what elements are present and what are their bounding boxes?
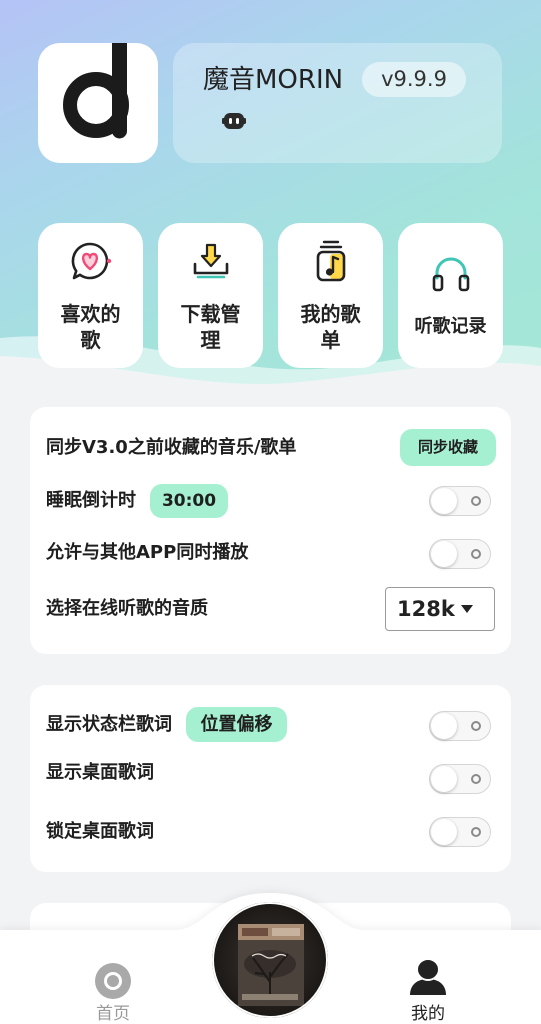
mix-play-label: 允许与其他APP同时播放 bbox=[46, 542, 249, 563]
sleep-timer-label: 睡眠倒计时 bbox=[46, 490, 136, 511]
app-logo[interactable] bbox=[38, 43, 158, 163]
quick-action-playlists[interactable]: 我的歌单 bbox=[278, 223, 383, 368]
nav-label-mine: 我的 bbox=[411, 1004, 445, 1024]
toggle-knob bbox=[431, 712, 457, 739]
sleep-timer-time-button[interactable]: 30:00 bbox=[150, 484, 228, 518]
toggle-knob bbox=[431, 487, 457, 514]
disc-icon bbox=[95, 963, 131, 999]
online-quality-label: 选择在线听歌的音质 bbox=[46, 598, 208, 619]
mix-play-toggle[interactable] bbox=[429, 539, 491, 569]
quick-action-history[interactable]: 听歌记录 bbox=[398, 223, 503, 368]
toggle-knob bbox=[431, 765, 457, 792]
user-icon bbox=[409, 958, 447, 996]
quick-action-label: 下载管理 bbox=[180, 302, 241, 352]
robot-icon[interactable] bbox=[221, 109, 247, 133]
lyrics-settings-card: 显示状态栏歌词 位置偏移 显示桌面歌词 锁定桌面歌词 bbox=[30, 685, 511, 872]
toggle-off-indicator bbox=[471, 548, 481, 559]
app-name: 魔音MORIN bbox=[203, 65, 344, 95]
toggle-knob bbox=[431, 818, 457, 845]
sync-favorites-label: 同步V3.0之前收藏的音乐/歌单 bbox=[46, 437, 297, 458]
version-badge[interactable]: v9.9.9 bbox=[362, 62, 466, 97]
sleep-timer-toggle[interactable] bbox=[429, 486, 491, 516]
nav-item-mine[interactable]: 我的 bbox=[388, 880, 468, 1024]
lock-desktop-lyrics-toggle[interactable] bbox=[429, 817, 491, 847]
toggle-off-indicator bbox=[471, 720, 481, 731]
desktop-lyrics-toggle[interactable] bbox=[429, 764, 491, 794]
quick-action-label: 我的歌单 bbox=[300, 302, 361, 352]
toggle-off-indicator bbox=[471, 495, 481, 506]
album-cover-icon[interactable] bbox=[212, 902, 328, 1018]
nav-item-home[interactable]: 首页 bbox=[73, 880, 153, 1024]
toggle-off-indicator bbox=[471, 773, 481, 784]
position-offset-button[interactable]: 位置偏移 bbox=[186, 707, 287, 742]
quick-action-downloads[interactable]: 下载管理 bbox=[158, 223, 263, 368]
online-quality-dropdown[interactable]: 128k bbox=[385, 587, 495, 631]
playlist-icon bbox=[309, 239, 353, 283]
lock-desktop-lyrics-label: 锁定桌面歌词 bbox=[46, 821, 154, 842]
sync-favorites-button[interactable]: 同步收藏 bbox=[400, 429, 496, 466]
quick-action-favorites[interactable]: 喜欢的歌 bbox=[38, 223, 143, 368]
toggle-off-indicator bbox=[471, 826, 481, 837]
headphones-icon bbox=[430, 254, 472, 294]
download-icon bbox=[191, 242, 231, 282]
playback-settings-card: 同步V3.0之前收藏的音乐/歌单 同步收藏 睡眠倒计时 30:00 允许与其他A… bbox=[30, 407, 511, 654]
toggle-knob bbox=[431, 540, 457, 567]
quick-action-label: 喜欢的歌 bbox=[60, 302, 121, 352]
nav-label-home: 首页 bbox=[96, 1004, 130, 1024]
app-info-card: 魔音MORIN v9.9.9 bbox=[173, 43, 502, 163]
app-logo-d-icon bbox=[63, 43, 129, 139]
desktop-lyrics-label: 显示桌面歌词 bbox=[46, 762, 154, 783]
online-quality-value: 128k bbox=[397, 597, 455, 621]
status-bar-lyrics-label: 显示状态栏歌词 bbox=[46, 714, 172, 735]
status-bar-lyrics-toggle[interactable] bbox=[429, 711, 491, 741]
heart-chat-icon bbox=[69, 240, 113, 284]
quick-action-label: 听歌记录 bbox=[414, 316, 487, 337]
caret-down-icon bbox=[461, 605, 473, 613]
bottom-navigation: 首页 我的 bbox=[0, 880, 541, 1024]
